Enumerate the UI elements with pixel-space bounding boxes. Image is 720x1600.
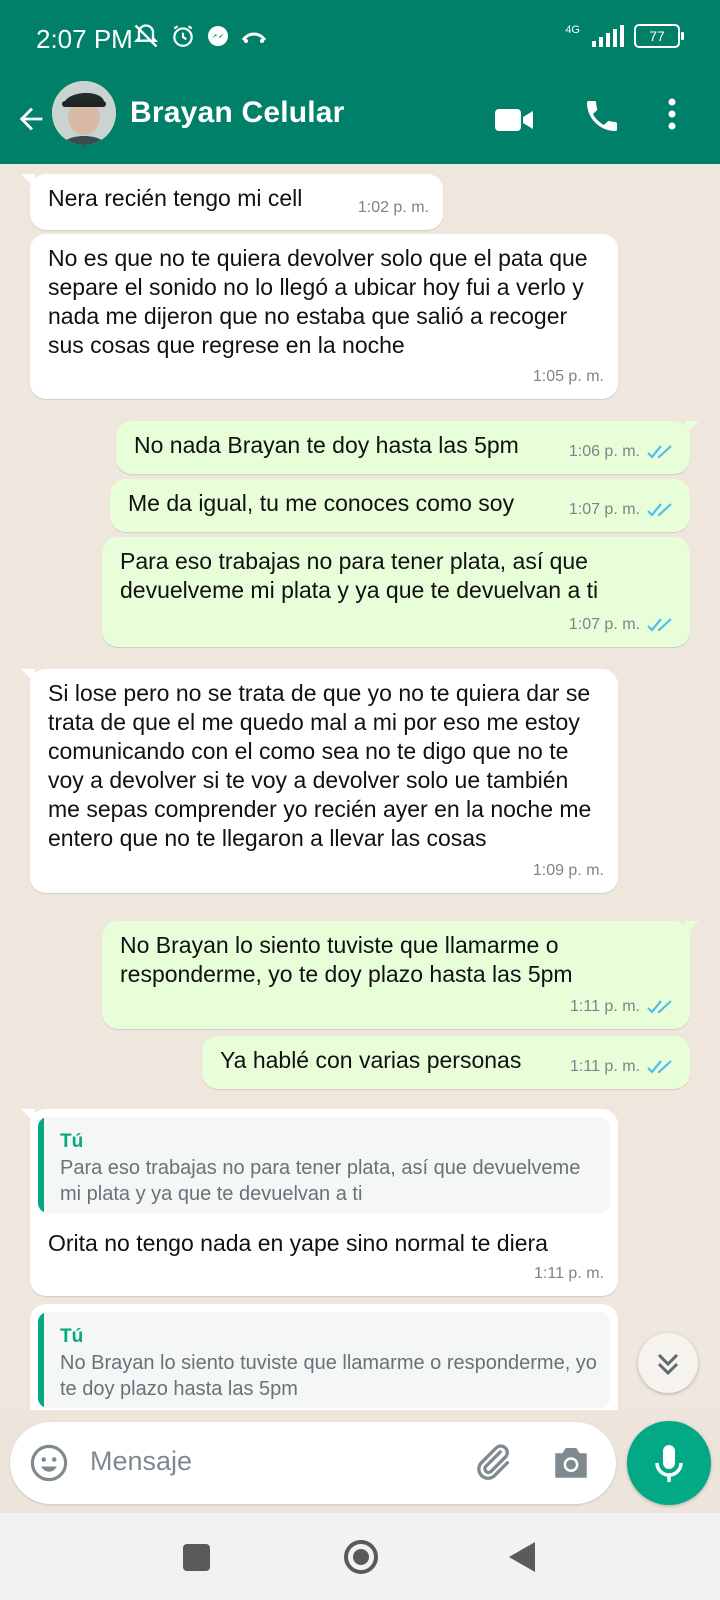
read-ticks-icon	[647, 502, 672, 517]
recent-apps-button[interactable]	[183, 1544, 210, 1571]
avatar[interactable]	[52, 81, 116, 145]
back-button[interactable]	[507, 1540, 537, 1574]
battery-level: 77	[649, 28, 665, 44]
phone-icon[interactable]	[582, 96, 622, 136]
message-meta: 1:06 p. m.	[569, 437, 676, 466]
message-outgoing[interactable]: Me da igual, tu me conoces como soy 1:07…	[110, 479, 690, 532]
message-time: 1:07 p. m.	[568, 616, 640, 633]
message-incoming[interactable]: Si lose pero no se trata de que yo no te…	[21, 669, 618, 893]
network-type: 4G	[565, 23, 580, 36]
message-input[interactable]: Mensaje	[90, 1446, 192, 1477]
back-arrow-icon[interactable]	[14, 102, 48, 136]
message-time: 1:02 p. m.	[357, 199, 429, 216]
message-meta: 1:05 p. m.	[533, 362, 604, 391]
alarm-icon	[173, 25, 193, 47]
message-time: 1:11 p. m.	[534, 1265, 604, 1282]
message-incoming[interactable]: Nera recién tengo mi cell 1:02 p. m.	[21, 174, 443, 230]
mic-icon	[655, 1445, 683, 1482]
message-outgoing[interactable]: Ya hablé con varias personas 1:11 p. m.	[202, 1036, 690, 1089]
signal-icon	[592, 25, 624, 47]
quote-author: Tú	[60, 1326, 84, 1347]
message-outgoing[interactable]: No nada Brayan te doy hasta las 5pm 1:06…	[116, 421, 699, 474]
message-time: 1:09 p. m.	[532, 862, 604, 879]
quote-bar	[38, 1312, 44, 1408]
message-time: 1:05 p. m.	[532, 368, 604, 385]
message-composer[interactable]: Mensaje	[10, 1422, 616, 1504]
bubble-tail	[21, 174, 35, 188]
message-text: Si lose pero no se trata de que yo no te…	[48, 680, 592, 851]
quote-bar	[38, 1117, 44, 1213]
message-time: 1:11 p. m.	[570, 1058, 640, 1075]
message-meta: 1:11 p. m.	[570, 1052, 676, 1081]
quoted-message[interactable]: Tú No Brayan lo siento tuviste que llama…	[38, 1312, 610, 1408]
message-outgoing[interactable]: No Brayan lo siento tuviste que llamarme…	[102, 921, 699, 1029]
scroll-to-bottom-button[interactable]	[638, 1333, 698, 1393]
message-text: No Brayan lo siento tuviste que llamarme…	[120, 932, 573, 987]
read-ticks-icon	[647, 444, 672, 459]
attach-icon[interactable]	[470, 1440, 514, 1484]
bubble-tail	[685, 421, 699, 435]
clock: 2:07 PM	[36, 24, 133, 54]
read-ticks-icon	[647, 999, 672, 1014]
message-text: No es que no te quiera devolver solo que…	[48, 245, 588, 358]
message-incoming[interactable]: No es que no te quiera devolver solo que…	[30, 234, 618, 399]
bubble-tail	[21, 669, 35, 683]
message-time: 1:06 p. m.	[568, 443, 640, 460]
system-navigation-bar	[0, 1513, 720, 1600]
message-meta: 1:11 p. m.	[570, 992, 676, 1021]
read-ticks-icon	[647, 1059, 672, 1074]
notification-icons	[132, 22, 268, 50]
message-meta: 1:07 p. m.	[569, 495, 676, 524]
quoted-message[interactable]: Tú Para eso trabajas no para tener plata…	[38, 1117, 610, 1213]
message-time: 1:07 p. m.	[568, 501, 640, 518]
message-meta: 1:07 p. m.	[569, 610, 676, 639]
silent-icon	[133, 24, 159, 48]
voice-record-button[interactable]	[627, 1421, 711, 1505]
chat-messages[interactable]: Nera recién tengo mi cell 1:02 p. m. No …	[0, 164, 720, 1410]
chevron-double-down-icon	[657, 1353, 679, 1376]
message-meta: 1:02 p. m.	[358, 193, 429, 222]
status-bar: 2:07 PM 4G 77	[0, 0, 720, 80]
quote-text: Para eso trabajas no para tener plata, a…	[60, 1157, 581, 1205]
quote-text: No Brayan lo siento tuviste que llamarme…	[60, 1352, 597, 1400]
quote-author: Tú	[60, 1131, 84, 1152]
emoji-icon[interactable]	[28, 1442, 70, 1484]
message-meta: 1:11 p. m.	[534, 1259, 604, 1288]
read-ticks-icon	[647, 617, 672, 632]
bubble-tail	[685, 921, 699, 935]
message-text: Para eso trabajas no para tener plata, a…	[120, 548, 599, 603]
message-text: Orita no tengo nada en yape sino normal …	[48, 1230, 548, 1256]
messenger-icon	[208, 26, 228, 46]
message-outgoing[interactable]: Para eso trabajas no para tener plata, a…	[102, 537, 690, 647]
camera-icon[interactable]	[550, 1442, 592, 1482]
message-time: 1:11 p. m.	[570, 998, 640, 1015]
chat-header: Brayan Celular	[0, 80, 720, 164]
contact-name[interactable]: Brayan Celular	[130, 96, 345, 130]
missed-call-icon	[241, 32, 267, 43]
message-meta: 1:09 p. m.	[533, 856, 604, 885]
home-button[interactable]	[343, 1539, 379, 1575]
message-incoming-reply[interactable]: Tú Para eso trabajas no para tener plata…	[21, 1109, 618, 1296]
bubble-tail	[21, 1109, 35, 1123]
battery-icon: 77	[634, 24, 684, 48]
message-incoming-reply[interactable]: Tú No Brayan lo siento tuviste que llama…	[30, 1304, 618, 1410]
more-vert-icon[interactable]	[664, 94, 680, 134]
video-call-icon[interactable]	[493, 100, 535, 140]
